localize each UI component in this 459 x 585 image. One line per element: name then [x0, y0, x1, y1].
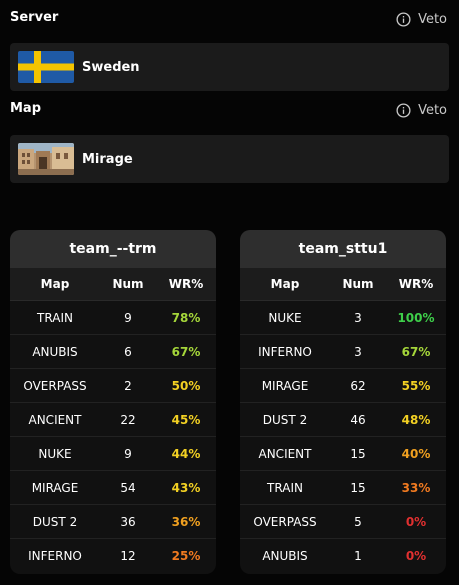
table-row: OVERPASS 5 0%	[240, 505, 446, 539]
map-section-header: Map Veto	[10, 101, 449, 123]
header-wr: WR%	[168, 277, 204, 291]
row-num: 9	[124, 310, 132, 325]
sweden-flag-icon	[18, 51, 74, 83]
row-num: 3	[354, 310, 362, 325]
row-wr: 43%	[171, 480, 201, 495]
row-num: 12	[120, 548, 136, 563]
row-map: OVERPASS	[23, 378, 87, 393]
table-row: NUKE 9 44%	[10, 437, 216, 471]
header-num: Num	[342, 277, 374, 291]
table-row: ANUBIS 6 67%	[10, 335, 216, 369]
table-row: TRAIN 9 78%	[10, 301, 216, 335]
row-num: 62	[350, 378, 366, 393]
row-wr: 33%	[401, 480, 431, 495]
table-row: MIRAGE 54 43%	[10, 471, 216, 505]
row-wr: 0%	[405, 548, 427, 563]
row-num: 22	[120, 412, 136, 427]
row-wr: 67%	[401, 344, 431, 359]
row-map: NUKE	[38, 446, 72, 461]
table-header: Map Num WR%	[240, 268, 446, 301]
table-header: Map Num WR%	[10, 268, 216, 301]
table-row: DUST 2 36 36%	[10, 505, 216, 539]
map-veto-label: Veto	[418, 103, 447, 118]
team-table-left: team_--trm Map Num WR% TRAIN 9 78% ANUBIS 6 6…	[10, 230, 216, 574]
row-wr: 100%	[397, 310, 435, 325]
header-wr: WR%	[398, 277, 434, 291]
map-veto-button[interactable]: Veto	[396, 103, 447, 118]
row-map: NUKE	[268, 310, 302, 325]
row-wr: 67%	[171, 344, 201, 359]
server-title: Server	[10, 10, 59, 25]
table-row: ANUBIS 1 0%	[240, 539, 446, 572]
row-map: MIRAGE	[261, 378, 309, 393]
row-wr: 48%	[401, 412, 431, 427]
row-map: ANCIENT	[258, 446, 312, 461]
mirage-map-thumbnail	[18, 143, 74, 175]
table-row: INFERNO 12 25%	[10, 539, 216, 572]
row-num: 36	[120, 514, 136, 529]
row-num: 5	[354, 514, 362, 529]
table-row: INFERNO 3 67%	[240, 335, 446, 369]
row-num: 15	[350, 480, 366, 495]
row-wr: 25%	[171, 548, 201, 563]
row-map: MIRAGE	[31, 480, 79, 495]
table-row: NUKE 3 100%	[240, 301, 446, 335]
row-wr: 44%	[171, 446, 201, 461]
row-num: 46	[350, 412, 366, 427]
server-section-header: Server Veto	[10, 10, 449, 32]
server-veto-label: Veto	[418, 12, 447, 27]
map-card[interactable]: Mirage	[10, 135, 449, 183]
team-name: team_sttu1	[240, 230, 446, 268]
row-map: INFERNO	[28, 548, 82, 563]
row-wr: 55%	[401, 378, 431, 393]
row-num: 1	[354, 548, 362, 563]
table-row: OVERPASS 2 50%	[10, 369, 216, 403]
header-map: Map	[40, 277, 70, 291]
team-table-right: team_sttu1 Map Num WR% NUKE 3 100% INFERNO 3…	[240, 230, 446, 574]
info-icon	[396, 12, 411, 27]
table-row: ANCIENT 22 45%	[10, 403, 216, 437]
row-num: 3	[354, 344, 362, 359]
table-row: ANCIENT 15 40%	[240, 437, 446, 471]
row-num: 54	[120, 480, 136, 495]
row-wr: 40%	[401, 446, 431, 461]
row-map: TRAIN	[37, 310, 73, 325]
row-map: DUST 2	[262, 412, 308, 427]
table-row: MIRAGE 62 55%	[240, 369, 446, 403]
map-name: Mirage	[82, 151, 133, 167]
table-row: TRAIN 15 33%	[240, 471, 446, 505]
row-wr: 45%	[171, 412, 201, 427]
server-name: Sweden	[82, 59, 140, 75]
row-map: TRAIN	[267, 480, 303, 495]
server-veto-button[interactable]: Veto	[396, 12, 447, 27]
table-row: DUST 2 46 48%	[240, 403, 446, 437]
map-title: Map	[10, 101, 42, 116]
row-map: DUST 2	[32, 514, 78, 529]
row-wr: 0%	[405, 514, 427, 529]
info-icon	[396, 103, 411, 118]
row-num: 6	[124, 344, 132, 359]
team-name: team_--trm	[10, 230, 216, 268]
row-num: 15	[350, 446, 366, 461]
row-map: INFERNO	[258, 344, 312, 359]
row-wr: 50%	[171, 378, 201, 393]
row-wr: 78%	[171, 310, 201, 325]
row-map: ANUBIS	[262, 548, 308, 563]
row-num: 2	[124, 378, 132, 393]
row-map: OVERPASS	[253, 514, 317, 529]
server-card[interactable]: Sweden	[10, 43, 449, 91]
row-num: 9	[124, 446, 132, 461]
row-map: ANCIENT	[28, 412, 82, 427]
header-num: Num	[112, 277, 144, 291]
row-map: ANUBIS	[32, 344, 78, 359]
header-map: Map	[270, 277, 300, 291]
row-wr: 36%	[171, 514, 201, 529]
